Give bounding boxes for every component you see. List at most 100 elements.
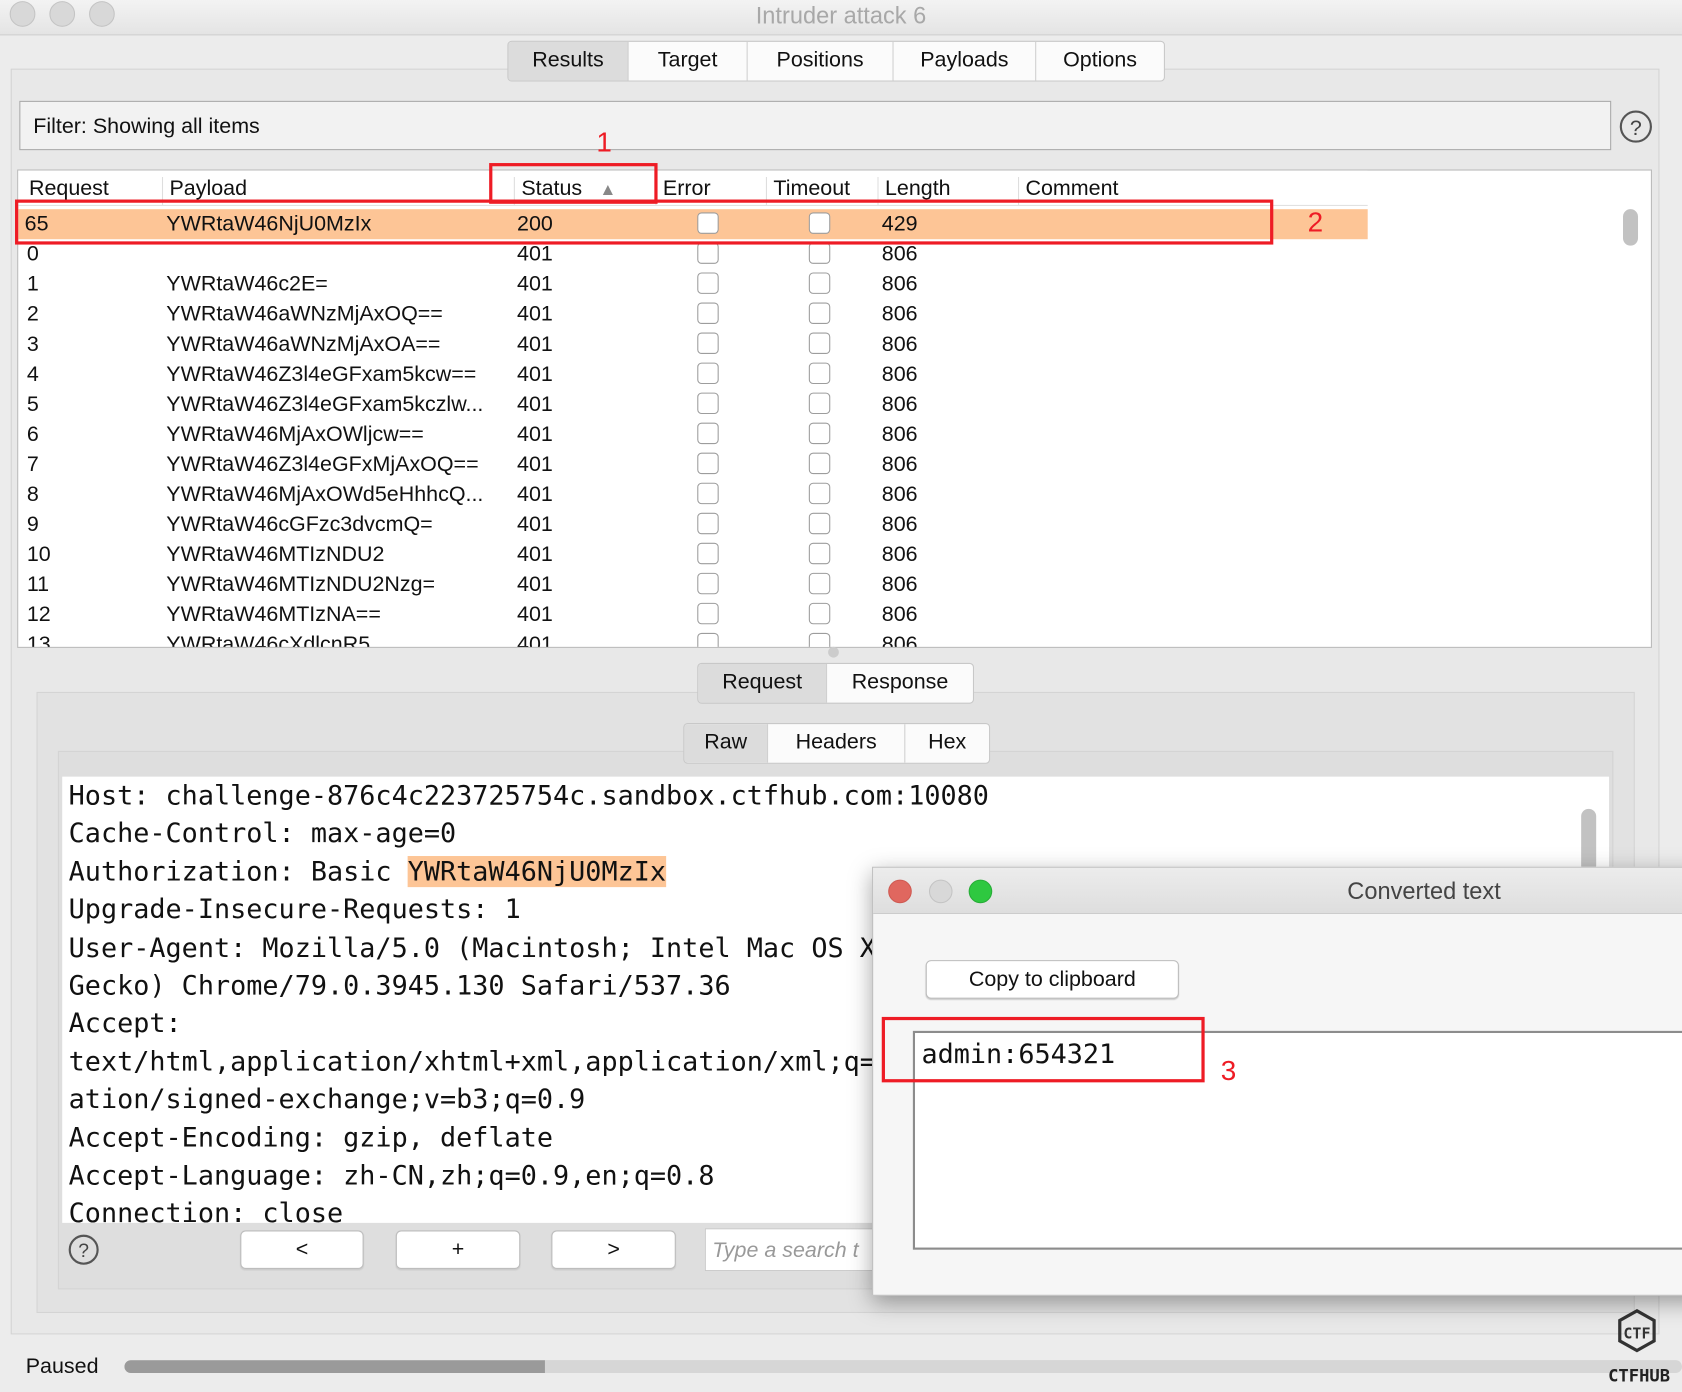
error-checkbox[interactable] bbox=[697, 482, 719, 505]
table-row[interactable]: 10 YWRtaW46MTIzNDU2 401 806 bbox=[18, 540, 1367, 570]
tab-response[interactable]: Response bbox=[827, 664, 973, 703]
table-row[interactable]: 7 YWRtaW46Z3l4eGFxMjAxOQ== 401 806 bbox=[18, 449, 1367, 479]
cell-length: 806 bbox=[881, 392, 918, 417]
title-bar: Intruder attack 6 bbox=[0, 0, 1682, 36]
help-icon[interactable]: ? bbox=[1619, 110, 1652, 143]
error-checkbox[interactable] bbox=[697, 512, 719, 535]
cell-request: 4 bbox=[26, 362, 39, 387]
error-checkbox[interactable] bbox=[697, 452, 719, 475]
error-checkbox[interactable] bbox=[697, 272, 719, 294]
table-row[interactable]: 11 YWRtaW46MTIzNDU2Nzg= 401 806 bbox=[18, 570, 1367, 600]
message-tabs: Request Response bbox=[697, 662, 975, 704]
request-line: Accept-Encoding: gzip, deflate bbox=[69, 1122, 553, 1153]
table-row[interactable]: 12 YWRtaW46MTIzNA== 401 806 bbox=[18, 600, 1367, 630]
cell-request: 2 bbox=[26, 302, 39, 327]
dialog-minimize-button[interactable] bbox=[928, 879, 953, 904]
cell-request: 12 bbox=[26, 602, 51, 627]
cell-status: 401 bbox=[517, 572, 553, 597]
table-row[interactable]: 1 YWRtaW46c2E= 401 806 bbox=[18, 269, 1367, 299]
timeout-checkbox[interactable] bbox=[808, 542, 831, 565]
error-checkbox[interactable] bbox=[697, 632, 719, 647]
table-row[interactable]: 4 YWRtaW46Z3l4eGFxam5kcw== 401 806 bbox=[18, 359, 1367, 389]
editor-help-icon[interactable]: ? bbox=[68, 1234, 99, 1265]
cell-status: 401 bbox=[517, 452, 553, 477]
timeout-checkbox[interactable] bbox=[808, 512, 831, 535]
error-checkbox[interactable] bbox=[697, 362, 719, 385]
cell-request: 5 bbox=[26, 392, 39, 417]
error-checkbox[interactable] bbox=[697, 302, 719, 324]
timeout-checkbox[interactable] bbox=[808, 362, 831, 385]
table-row[interactable]: 2 YWRtaW46aWNzMjAxOQ== 401 806 bbox=[18, 299, 1367, 329]
add-button[interactable]: + bbox=[395, 1230, 521, 1270]
annotation-box-1 bbox=[489, 163, 658, 204]
progress-fill bbox=[124, 1360, 545, 1374]
error-checkbox[interactable] bbox=[697, 572, 719, 595]
error-checkbox[interactable] bbox=[697, 332, 719, 354]
status-text: Paused bbox=[25, 1354, 99, 1379]
svg-text:CTFHUB: CTFHUB bbox=[1608, 1367, 1670, 1387]
cell-status: 401 bbox=[517, 332, 553, 357]
main-tabs: Results Target Positions Payloads Option… bbox=[507, 40, 1165, 82]
cell-status: 401 bbox=[517, 392, 553, 417]
cell-length: 806 bbox=[881, 332, 918, 357]
tab-options[interactable]: Options bbox=[1036, 42, 1164, 81]
table-row[interactable]: 5 YWRtaW46Z3l4eGFxam5kczlw... 401 806 bbox=[18, 389, 1367, 419]
cell-payload: YWRtaW46aWNzMjAxOQ== bbox=[166, 302, 443, 327]
timeout-checkbox[interactable] bbox=[808, 632, 831, 647]
request-line-text: Accept-Encoding: gzip, deflate bbox=[68, 1121, 554, 1153]
cell-payload: YWRtaW46MTIzNDU2 bbox=[166, 542, 385, 567]
cell-status: 401 bbox=[517, 542, 553, 567]
error-checkbox[interactable] bbox=[697, 602, 719, 625]
copy-to-clipboard-button[interactable]: Copy to clipboard bbox=[925, 960, 1179, 999]
tab-raw[interactable]: Raw bbox=[684, 724, 769, 763]
tab-headers[interactable]: Headers bbox=[768, 724, 906, 763]
timeout-checkbox[interactable] bbox=[808, 272, 831, 294]
table-row[interactable]: 6 YWRtaW46MjAxOWljcw== 401 806 bbox=[18, 419, 1367, 449]
error-checkbox[interactable] bbox=[697, 242, 719, 264]
cell-length: 806 bbox=[881, 602, 918, 627]
cell-request: 9 bbox=[26, 512, 39, 537]
timeout-checkbox[interactable] bbox=[808, 602, 831, 625]
cell-status: 401 bbox=[517, 482, 553, 507]
table-scrollbar[interactable] bbox=[1622, 209, 1639, 246]
annotation-label-2: 2 bbox=[1307, 205, 1324, 239]
previous-match-button[interactable]: < bbox=[240, 1230, 364, 1270]
cell-status: 401 bbox=[517, 272, 553, 297]
error-checkbox[interactable] bbox=[697, 542, 719, 565]
cell-status: 401 bbox=[517, 632, 553, 648]
timeout-checkbox[interactable] bbox=[808, 422, 831, 445]
tab-target[interactable]: Target bbox=[629, 41, 748, 81]
error-checkbox[interactable] bbox=[697, 422, 719, 445]
request-line-text: User-Agent: Mozilla/5.0 (Macintosh; Inte… bbox=[68, 931, 876, 963]
dialog-zoom-button[interactable] bbox=[968, 879, 993, 904]
dialog-close-button[interactable] bbox=[888, 879, 912, 904]
tab-request[interactable]: Request bbox=[698, 664, 828, 703]
split-handle[interactable] bbox=[828, 646, 839, 658]
timeout-checkbox[interactable] bbox=[808, 482, 831, 505]
filter-bar[interactable]: Filter: Showing all items bbox=[19, 100, 1612, 151]
timeout-checkbox[interactable] bbox=[808, 452, 831, 475]
timeout-checkbox[interactable] bbox=[808, 572, 831, 595]
tab-hex[interactable]: Hex bbox=[905, 724, 989, 763]
tab-payloads[interactable]: Payloads bbox=[894, 41, 1037, 81]
next-match-button[interactable]: > bbox=[551, 1230, 676, 1270]
table-row[interactable]: 8 YWRtaW46MjAxOWd5eHhhcQ... 401 806 bbox=[18, 479, 1367, 509]
table-row[interactable]: 13 YWRtaW46cXdlcnR5 401 806 bbox=[18, 630, 1367, 648]
timeout-checkbox[interactable] bbox=[808, 302, 831, 324]
annotation-label-1: 1 bbox=[596, 125, 612, 158]
cell-payload: YWRtaW46cXdlcnR5 bbox=[166, 632, 371, 648]
request-line-text: text/html,application/xhtml+xml,applicat… bbox=[68, 1045, 893, 1077]
table-row[interactable]: 9 YWRtaW46cGFzc3dvcmQ= 401 806 bbox=[18, 510, 1367, 540]
error-checkbox[interactable] bbox=[697, 392, 719, 415]
timeout-checkbox[interactable] bbox=[808, 392, 831, 415]
request-line: Authorization: Basic YWRtaW46NjU0MzIx bbox=[69, 855, 667, 887]
tab-results[interactable]: Results bbox=[508, 41, 629, 81]
editor-scrollbar[interactable] bbox=[1581, 808, 1597, 874]
tab-positions[interactable]: Positions bbox=[748, 41, 894, 81]
table-row[interactable]: 3 YWRtaW46aWNzMjAxOA== 401 806 bbox=[18, 329, 1367, 359]
cell-request: 6 bbox=[26, 422, 39, 447]
request-line: Accept: bbox=[69, 1008, 182, 1039]
cell-length: 806 bbox=[881, 422, 918, 447]
timeout-checkbox[interactable] bbox=[808, 332, 831, 354]
timeout-checkbox[interactable] bbox=[808, 242, 831, 264]
